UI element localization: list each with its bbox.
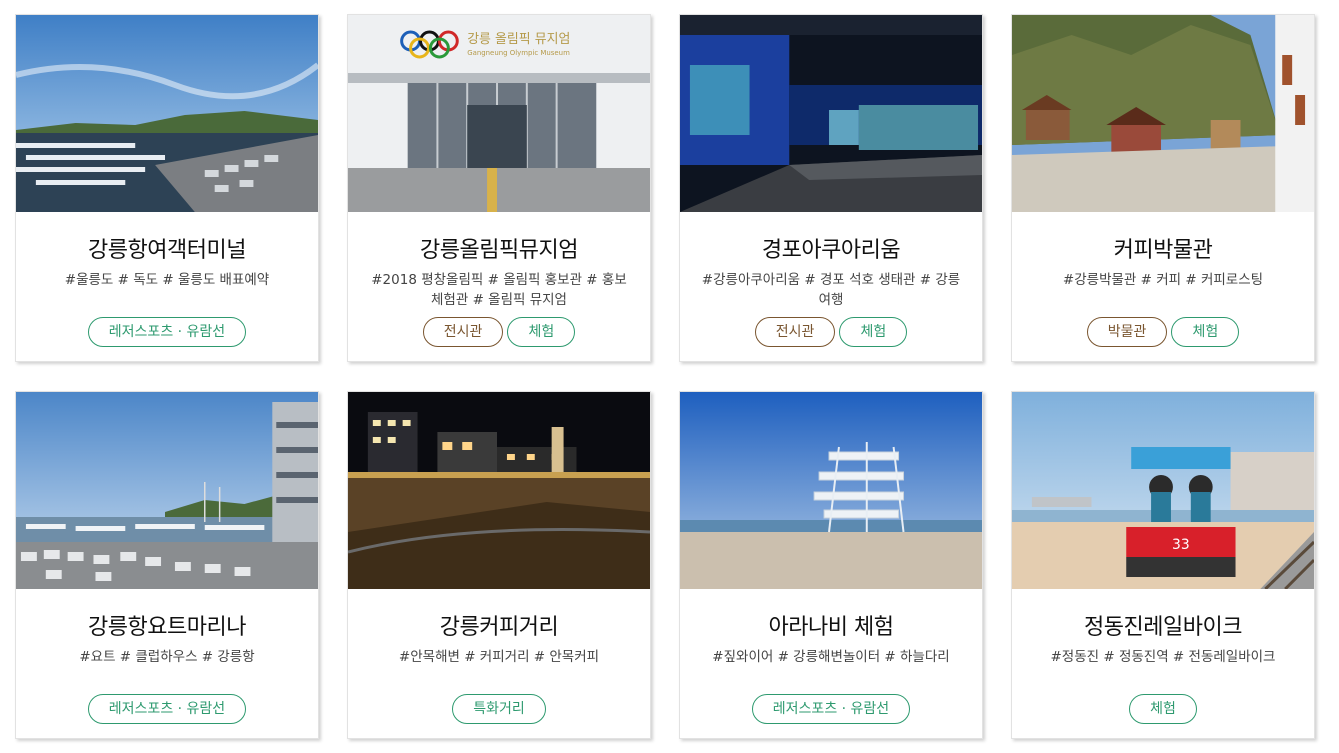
yacht-marina-photo[interactable] — [16, 392, 318, 589]
category-chips: 박물관 체험 — [1012, 317, 1314, 347]
attraction-title[interactable]: 정동진레일바이크 — [1012, 609, 1314, 641]
attraction-grid: 강릉항여객터미널 #울릉도 # 독도 # 울릉도 배표예약 레저스포츠 · 유람… — [0, 0, 1339, 753]
category-chip[interactable]: 전시관 — [422, 317, 504, 347]
rail-bike-number: 33 — [1172, 537, 1190, 553]
attraction-title[interactable]: 아라나비 체험 — [680, 609, 982, 641]
museum-sign-korean: 강릉 올림픽 뮤지엄 — [467, 32, 570, 47]
zipwire-tower-beach-photo[interactable] — [680, 392, 982, 589]
attraction-title[interactable]: 강릉커피거리 — [348, 609, 650, 641]
category-chips: 전시관 체험 — [348, 317, 650, 347]
attraction-title[interactable]: 강릉항여객터미널 — [16, 232, 318, 264]
category-chips: 특화거리 — [348, 694, 650, 724]
museum-sign-english: Gangneung Olympic Museum — [467, 49, 570, 57]
attraction-tags: #강릉아쿠아리움 # 경포 석호 생태관 # 강릉여행 — [701, 272, 961, 308]
category-chips: 레저스포츠 · 유람선 — [16, 317, 318, 347]
attraction-tags: #2018 평창올림픽 # 올림픽 홍보관 # 홍보체험관 # 올림픽 뮤지엄 — [371, 272, 627, 308]
category-chip[interactable]: 체험 — [1129, 694, 1197, 724]
olympic-museum-entrance-photo[interactable]: 강릉 올림픽 뮤지엄 Gangneung Olympic Museum — [348, 15, 650, 212]
category-chips: 전시관 체험 — [680, 317, 982, 347]
category-chip[interactable]: 체험 — [839, 317, 908, 347]
attraction-tags: #짚와이어 # 강릉해변놀이터 # 하늘다리 — [712, 649, 950, 665]
attraction-tags: #요트 # 클럽하우스 # 강릉항 — [79, 649, 255, 665]
aquarium-interior-photo[interactable] — [680, 15, 982, 212]
coffee-museum-village-photo[interactable] — [1012, 15, 1314, 212]
attraction-card[interactable]: 강릉 올림픽 뮤지엄 Gangneung Olympic Museum 강릉올림… — [347, 14, 651, 362]
attraction-card[interactable]: 33 정동진레일바이크 #정동진 # 정동진역 # 전동레일바이크 체험 — [1011, 391, 1315, 739]
rail-bike-photo[interactable]: 33 — [1012, 392, 1314, 589]
harbor-marina-photo[interactable] — [16, 15, 318, 212]
category-chip[interactable]: 체험 — [1171, 317, 1240, 347]
category-chips: 레저스포츠 · 유람선 — [16, 694, 318, 724]
attraction-title[interactable]: 커피박물관 — [1012, 232, 1314, 264]
attraction-tags: #강릉박물관 # 커피 # 커피로스팅 — [1062, 272, 1264, 288]
category-chip[interactable]: 박물관 — [1086, 317, 1168, 347]
category-chips: 체험 — [1012, 694, 1314, 724]
attraction-card[interactable]: 아라나비 체험 #짚와이어 # 강릉해변놀이터 # 하늘다리 레저스포츠 · 유… — [679, 391, 983, 739]
attraction-card[interactable]: 강릉항요트마리나 #요트 # 클럽하우스 # 강릉항 레저스포츠 · 유람선 — [15, 391, 319, 739]
category-chip[interactable]: 레저스포츠 · 유람선 — [87, 694, 247, 724]
attraction-title[interactable]: 강릉항요트마리나 — [16, 609, 318, 641]
category-chip[interactable]: 레저스포츠 · 유람선 — [751, 694, 911, 724]
attraction-title[interactable]: 경포아쿠아리움 — [680, 232, 982, 264]
category-chips: 레저스포츠 · 유람선 — [680, 694, 982, 724]
attraction-tags: #안목해변 # 커피거리 # 안목커피 — [398, 649, 600, 665]
attraction-card[interactable]: 강릉항여객터미널 #울릉도 # 독도 # 울릉도 배표예약 레저스포츠 · 유람… — [15, 14, 319, 362]
attraction-tags: #울릉도 # 독도 # 울릉도 배표예약 — [64, 272, 270, 288]
attraction-card[interactable]: 커피박물관 #강릉박물관 # 커피 # 커피로스팅 박물관 체험 — [1011, 14, 1315, 362]
category-chip[interactable]: 특화거리 — [452, 694, 546, 724]
coffee-street-night-photo[interactable] — [348, 392, 650, 589]
category-chip[interactable]: 전시관 — [754, 317, 836, 347]
category-chip[interactable]: 체험 — [507, 317, 576, 347]
attraction-title[interactable]: 강릉올림픽뮤지엄 — [348, 232, 650, 264]
category-chip[interactable]: 레저스포츠 · 유람선 — [87, 317, 247, 347]
attraction-card[interactable]: 경포아쿠아리움 #강릉아쿠아리움 # 경포 석호 생태관 # 강릉여행 전시관 … — [679, 14, 983, 362]
attraction-card[interactable]: 강릉커피거리 #안목해변 # 커피거리 # 안목커피 특화거리 — [347, 391, 651, 739]
attraction-tags: #정동진 # 정동진역 # 전동레일바이크 — [1050, 649, 1276, 665]
